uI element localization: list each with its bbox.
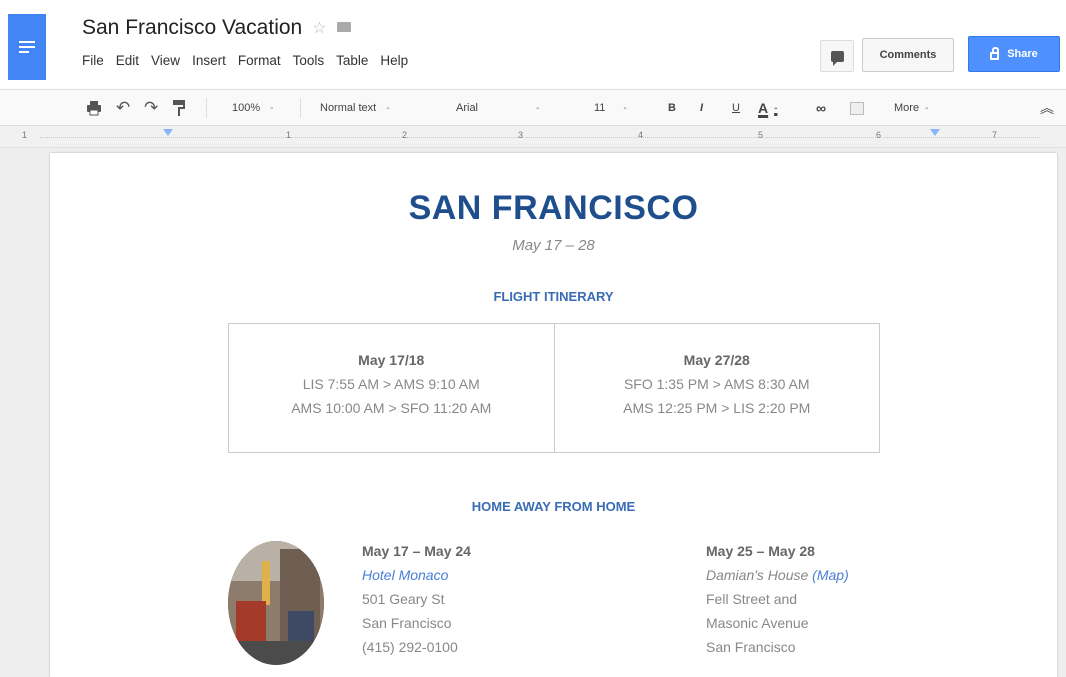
document-page[interactable]: SAN FRANCISCO May 17 – 28 FLIGHT ITINERA… [50,153,1057,677]
menu-format[interactable]: Format [238,53,281,68]
style-select[interactable]: Normal text - [320,90,390,126]
folder-icon[interactable] [336,22,351,32]
paint-format-icon[interactable] [172,90,186,126]
bold-button[interactable]: B [668,90,676,126]
font-size-value: 11 [594,102,606,114]
stay-phone: (415) 292-0100 [362,639,458,655]
damians-house-name: Damian's House [706,567,809,583]
ruler-number: 6 [876,130,882,140]
menu-edit[interactable]: Edit [116,53,139,68]
print-icon[interactable] [86,90,102,126]
trip-dates: May 17 – 28 [512,237,595,254]
formatting-toolbar: ↶ ↷ 100% - Normal text - Arial - 11- B I U … [0,90,1066,126]
ruler-number: 2 [402,130,408,140]
text-color-icon: A [758,100,769,116]
caret-down-icon: - [270,102,274,114]
flight-date: May 17/18 [358,352,425,368]
chat-button[interactable] [820,40,854,72]
menu-bar: File Edit View Insert Format Tools Table… [82,53,408,68]
caret-down-icon: - [536,102,540,114]
insert-comment-icon[interactable] [850,90,864,126]
menu-help[interactable]: Help [380,53,408,68]
docs-header: San Francisco Vacation ☆ File Edit View … [0,0,1066,90]
zoom-value: 100% [232,102,261,114]
stay-address-line: Masonic Avenue [706,615,809,631]
left-indent-marker[interactable] [163,129,173,136]
flight-date: May 27/28 [683,352,750,368]
chat-icon [830,50,844,66]
menu-file[interactable]: File [82,53,104,68]
flight-itinerary-heading: FLIGHT ITINERARY [493,289,614,304]
zoom-select[interactable]: 100% - [232,90,273,126]
ruler-number: 3 [518,130,524,140]
more-menu[interactable]: More - [894,90,928,126]
italic-button[interactable]: I [700,90,703,126]
stay-dates: May 25 – May 28 [706,543,815,559]
flight-leg: SFO 1:35 PM > AMS 8:30 AM [623,376,810,392]
ruler-track [40,137,1040,138]
flight-cell: May 27/28 SFO 1:35 PM > AMS 8:30 AM AMS … [553,324,880,452]
stay-damians-house: May 25 – May 28 Damian's House (Map) Fel… [706,539,849,659]
flight-leg: AMS 12:25 PM > LIS 2:20 PM [623,400,811,416]
hotel-photo [228,541,324,665]
stay-address-line: San Francisco [706,639,796,655]
caret-down-icon: - [386,102,390,114]
share-label: Share [1007,48,1038,60]
menu-tools[interactable]: Tools [293,53,325,68]
ruler-number: 5 [758,130,764,140]
caret-down-icon: - [925,102,929,114]
undo-icon[interactable]: ↶ [116,90,130,126]
toolbar-divider [206,98,207,118]
stay-address-line: Fell Street and [706,591,798,607]
ruler-number: 1 [286,130,292,140]
ruler-number: 7 [992,130,998,140]
font-value: Arial [456,102,479,114]
menu-insert[interactable]: Insert [192,53,226,68]
comments-button[interactable]: Comments [862,38,954,72]
flight-cell: May 17/18 LIS 7:55 AM > AMS 9:10 AM AMS … [229,324,554,452]
document-title[interactable]: San Francisco Vacation [82,16,302,40]
docs-home-icon[interactable] [8,14,46,80]
underline-button[interactable]: U [732,90,740,126]
stay-address-line: San Francisco [362,615,452,631]
link-icon[interactable]: ∞ [816,90,826,126]
more-label: More [894,102,920,114]
style-value: Normal text [320,102,377,114]
font-select[interactable]: Arial - [456,90,539,126]
flight-leg: LIS 7:55 AM > AMS 9:10 AM [302,376,480,392]
collapse-icon[interactable]: ︽ [1040,90,1054,126]
ruler[interactable]: 1 1 2 3 4 5 6 7 [0,126,1066,148]
document-heading: SAN FRANCISCO [408,189,699,227]
share-button[interactable]: Share [968,36,1060,72]
title-row: San Francisco Vacation ☆ [82,16,351,40]
stay-dates: May 17 – May 24 [362,543,471,559]
toolbar-divider [300,98,301,118]
hotel-monaco-link[interactable]: Hotel Monaco [362,563,471,587]
flight-table: May 17/18 LIS 7:55 AM > AMS 9:10 AM AMS … [228,323,880,453]
star-icon[interactable]: ☆ [312,18,326,38]
font-size-select[interactable]: 11 - [594,90,627,126]
menu-table[interactable]: Table [336,53,368,68]
redo-icon[interactable]: ↷ [144,90,158,126]
text-color-button[interactable]: A- [758,90,777,126]
stay-hotel-monaco: May 17 – May 24 Hotel Monaco 501 Geary S… [362,539,471,659]
map-link[interactable]: (Map) [812,567,849,583]
menu-view[interactable]: View [151,53,180,68]
lock-icon [990,47,1000,60]
right-indent-marker[interactable] [930,129,940,136]
ruler-number: 4 [638,130,644,140]
flight-leg: AMS 10:00 AM > SFO 11:20 AM [291,400,492,416]
ruler-number: 1 [22,130,28,140]
caret-down-icon: - [774,102,778,114]
stay-address-line: 501 Geary St [362,591,445,607]
caret-down-icon: - [623,102,627,114]
home-away-heading: HOME AWAY FROM HOME [471,499,636,514]
